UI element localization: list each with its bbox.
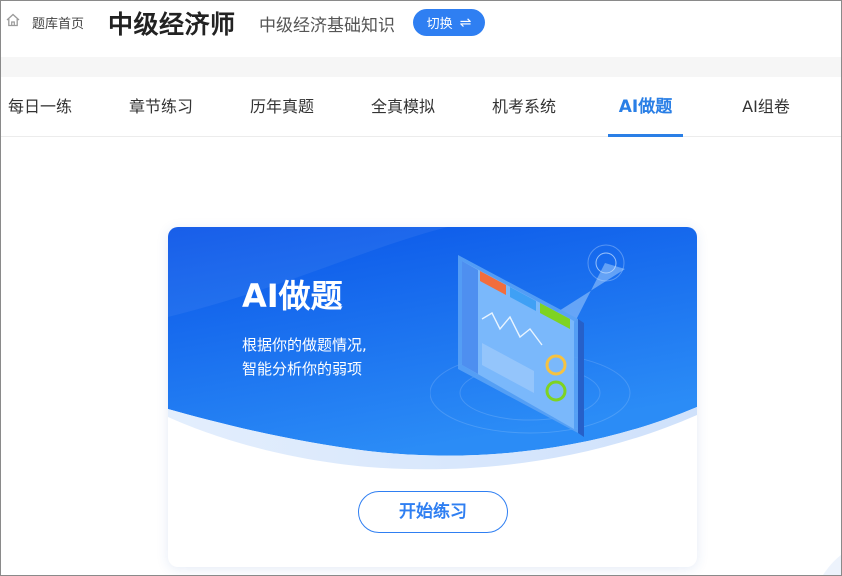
- dashboard-illustration: [430, 244, 631, 437]
- tab-ai-compose-paper[interactable]: AI组卷: [738, 77, 794, 136]
- card-description-line: 根据你的做题情况,: [242, 336, 367, 354]
- card-title: AI做题: [242, 277, 343, 315]
- ai-practice-card: AI做题 根据你的做题情况, 智能分析你的弱项 开始练习: [168, 227, 697, 567]
- tab-chapter-practice[interactable]: 章节练习: [128, 77, 194, 136]
- tab-computer-exam[interactable]: 机考系统: [490, 77, 558, 136]
- switch-label: 切换: [426, 17, 453, 32]
- card-description-line: 智能分析你的弱项: [242, 360, 363, 378]
- tab-past-exams[interactable]: 历年真题: [249, 77, 315, 136]
- tab-full-mock[interactable]: 全真模拟: [370, 77, 436, 136]
- home-icon: [5, 12, 21, 32]
- start-practice-button[interactable]: 开始练习: [358, 491, 508, 533]
- top-header: 题库首页 中级经济师 中级经济基础知识 切换 ⇌: [1, 1, 841, 57]
- home-link[interactable]: 题库首页: [5, 12, 85, 32]
- card-description: 根据你的做题情况, 智能分析你的弱项: [242, 333, 402, 381]
- exam-title: 中级经济师: [108, 10, 236, 39]
- switch-subject-button[interactable]: 切换 ⇌: [413, 9, 485, 36]
- tab-daily-practice[interactable]: 每日一练: [7, 77, 73, 136]
- corner-decoration: [823, 555, 841, 575]
- practice-mode-tabs: 每日一练 章节练习 历年真题 全真模拟 机考系统 AI做题 AI组卷: [1, 77, 841, 137]
- swap-icon: ⇌: [459, 14, 472, 31]
- tab-ai-practice[interactable]: AI做题: [608, 77, 683, 137]
- home-label: 题库首页: [32, 16, 85, 32]
- subject-name: 中级经济基础知识: [259, 16, 395, 36]
- header-divider-band: [1, 57, 841, 77]
- app-window: 题库首页 中级经济师 中级经济基础知识 切换 ⇌ 每日一练 章节练习 历年真题 …: [0, 0, 842, 576]
